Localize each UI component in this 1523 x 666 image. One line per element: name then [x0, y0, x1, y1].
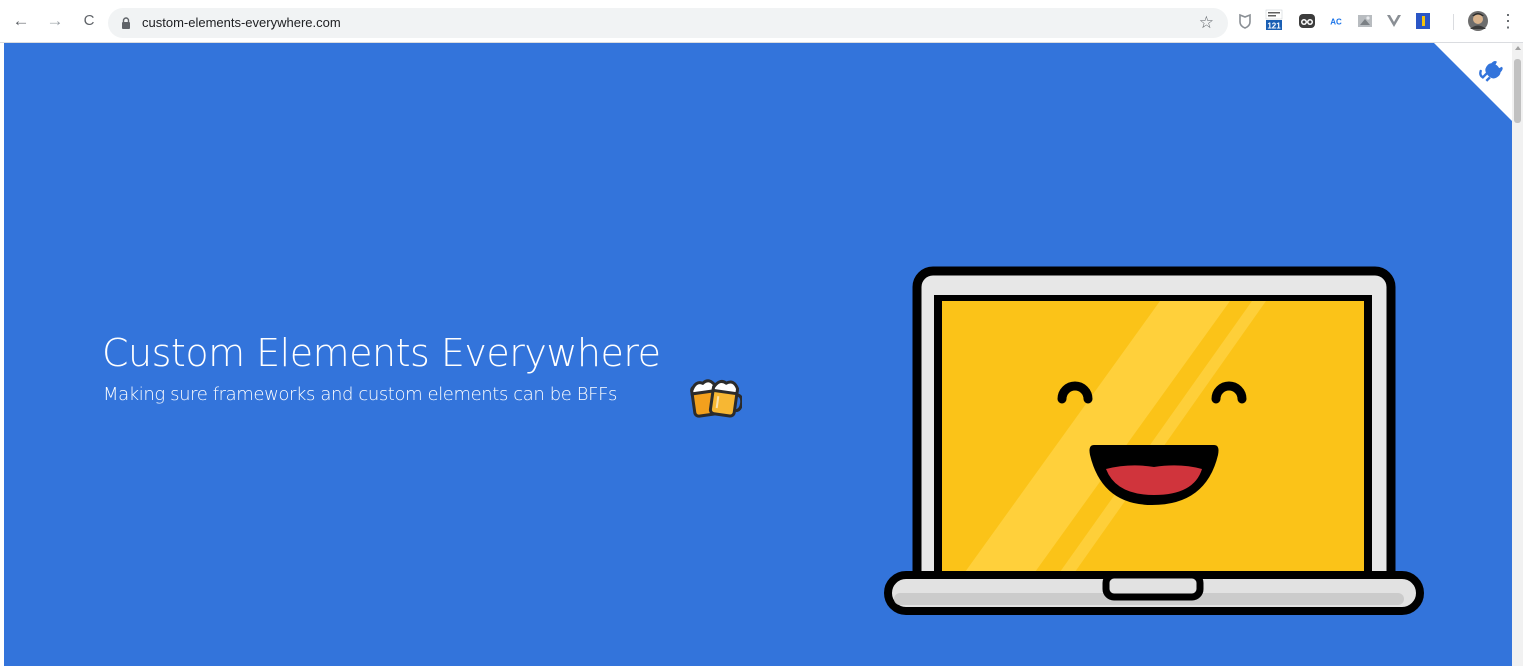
scrollbar-thumb[interactable]	[1514, 59, 1521, 123]
lock-icon	[122, 17, 130, 29]
github-corner-link[interactable]	[1434, 43, 1512, 121]
reload-button[interactable]: C	[79, 11, 99, 31]
hero-section: Custom Elements Everywhere Making sure f…	[4, 43, 1512, 666]
glasses-extension-icon[interactable]	[1298, 12, 1316, 30]
calendar-badge: 121	[1267, 21, 1281, 30]
vue-devtools-extension-icon[interactable]	[1385, 12, 1403, 30]
scroll-up-arrow-icon[interactable]	[1515, 46, 1521, 50]
ac-extension-label: AC	[1330, 18, 1342, 27]
page-title: Custom Elements Everywhere	[102, 331, 661, 375]
back-button[interactable]: ←	[11, 11, 31, 31]
ac-extension-icon[interactable]: AC	[1327, 12, 1345, 30]
browser-toolbar: ← → C custom-elements-everywhere.com ☆ 1…	[0, 0, 1523, 43]
page-subtitle: Making sure frameworks and custom elemen…	[103, 384, 618, 405]
beer-mugs-icon	[690, 379, 742, 418]
bookmark-star-icon[interactable]: ☆	[1199, 12, 1214, 34]
forward-button[interactable]: →	[45, 11, 65, 31]
toolbar-separator	[1453, 14, 1454, 30]
profile-avatar-icon[interactable]	[1467, 10, 1489, 32]
happy-laptop-icon	[884, 266, 1424, 615]
calendar-extension-icon[interactable]: 121	[1265, 9, 1283, 31]
browser-menu-button[interactable]: ⋮	[1499, 11, 1517, 31]
puzzle-extension-icon[interactable]	[1356, 12, 1374, 30]
shield-extension-icon[interactable]	[1236, 12, 1254, 30]
blue-box-extension-icon[interactable]	[1414, 12, 1432, 30]
url-text[interactable]: custom-elements-everywhere.com	[142, 8, 341, 38]
page-scrollbar[interactable]	[1512, 43, 1523, 666]
address-bar[interactable]: custom-elements-everywhere.com ☆	[108, 8, 1228, 38]
